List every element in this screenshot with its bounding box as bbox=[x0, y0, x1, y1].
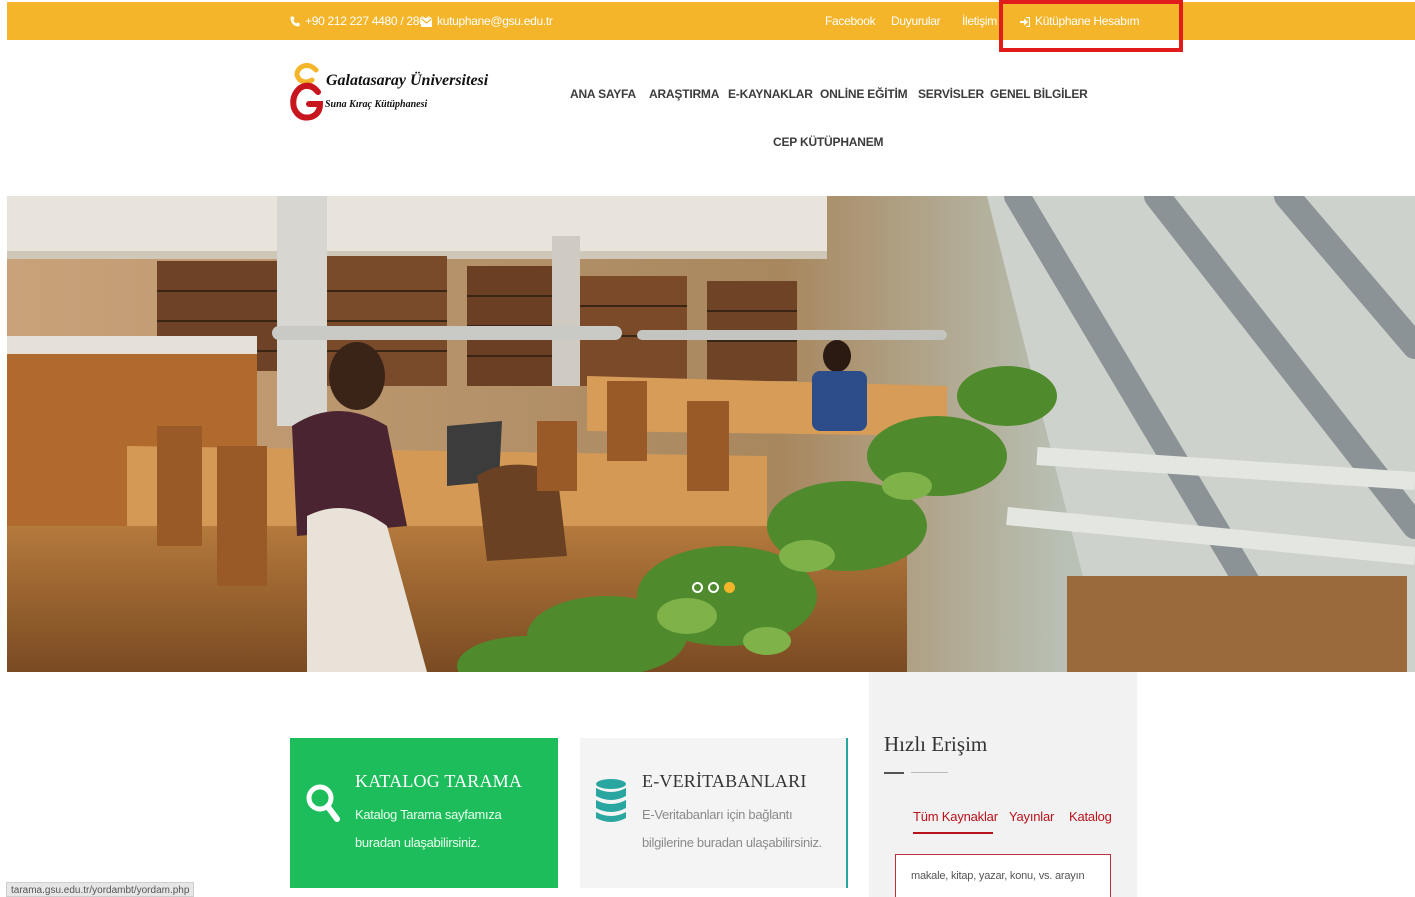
highlight-annotation bbox=[999, 0, 1183, 52]
tab-all-resources[interactable]: Tüm Kaynaklar bbox=[913, 809, 998, 824]
phone-icon bbox=[290, 16, 300, 27]
tab-publications[interactable]: Yayınlar bbox=[1009, 809, 1054, 824]
title-divider bbox=[911, 772, 948, 773]
gs-emblem-icon bbox=[290, 62, 324, 121]
logo-title: Galatasaray Üniversitesi bbox=[326, 72, 489, 89]
nav-item-services[interactable]: SERVİSLER bbox=[918, 87, 984, 101]
database-icon bbox=[596, 779, 626, 822]
search-input[interactable]: makale, kitap, yazar, konu, vs. arayın bbox=[895, 854, 1111, 897]
hero-slider[interactable] bbox=[7, 196, 1415, 672]
title-divider bbox=[884, 772, 904, 774]
top-bar: +90 212 227 4480 / 2800 kutuphane@gsu.ed… bbox=[7, 2, 1415, 40]
slider-dot[interactable] bbox=[692, 582, 703, 593]
quick-access-panel: Hızlı Erişim Tüm Kaynaklar Yayınlar Kata… bbox=[869, 672, 1137, 897]
slider-dot[interactable] bbox=[708, 582, 719, 593]
e-databases-description: E-Veritabanları için bağlantı bilgilerin… bbox=[642, 807, 822, 850]
tab-catalog[interactable]: Katalog bbox=[1069, 809, 1112, 824]
active-tab-indicator bbox=[913, 832, 993, 834]
catalog-search-title: KATALOG TARAMA bbox=[355, 771, 523, 791]
nav-item-research[interactable]: ARAŞTIRMA bbox=[649, 87, 719, 101]
nav-item-mobile-library[interactable]: CEP KÜTÜPHANEM bbox=[773, 135, 884, 149]
announcements-link[interactable]: Duyurular bbox=[891, 14, 941, 28]
status-bar-url: tarama.gsu.edu.tr/yordambt/yordam.php bbox=[6, 882, 195, 897]
nav-item-general-info[interactable]: GENEL BİLGİLER bbox=[990, 87, 1088, 101]
catalog-search-description: Katalog Tarama sayfamıza buradan ulaşabi… bbox=[355, 807, 502, 850]
logo-subtitle: Suna Kıraç Kütüphanesi bbox=[325, 99, 428, 110]
nav-item-home[interactable]: ANA SAYFA bbox=[570, 87, 636, 101]
catalog-search-card[interactable]: KATALOG TARAMA Katalog Tarama sayfamıza … bbox=[290, 738, 558, 888]
page: +90 212 227 4480 / 2800 kutuphane@gsu.ed… bbox=[0, 0, 1415, 897]
e-databases-card[interactable]: E-VERİTABANLARI E-Veritabanları için bağ… bbox=[580, 738, 848, 888]
envelope-icon bbox=[421, 18, 432, 27]
nav-item-online-training[interactable]: ONLİNE EĞİTİM bbox=[820, 87, 908, 101]
library-photo bbox=[7, 196, 1415, 672]
email-address: kutuphane@gsu.edu.tr bbox=[437, 14, 553, 28]
search-icon bbox=[306, 784, 340, 822]
contact-link[interactable]: İletişim bbox=[962, 14, 997, 28]
facebook-link[interactable]: Facebook bbox=[825, 14, 876, 28]
phone-number: +90 212 227 4480 / 2800 bbox=[305, 14, 432, 28]
university-logo[interactable]: Galatasaray Üniversitesi Suna Kıraç Kütü… bbox=[290, 62, 490, 124]
e-databases-title: E-VERİTABANLARI bbox=[642, 771, 807, 791]
email-contact[interactable]: kutuphane@gsu.edu.tr bbox=[421, 14, 553, 28]
slider-dot-active[interactable] bbox=[724, 582, 735, 593]
quick-access-title: Hızlı Erişim bbox=[884, 732, 988, 756]
phone-contact[interactable]: +90 212 227 4480 / 2800 bbox=[290, 14, 432, 28]
nav-item-e-resources[interactable]: E-KAYNAKLAR bbox=[728, 87, 813, 101]
